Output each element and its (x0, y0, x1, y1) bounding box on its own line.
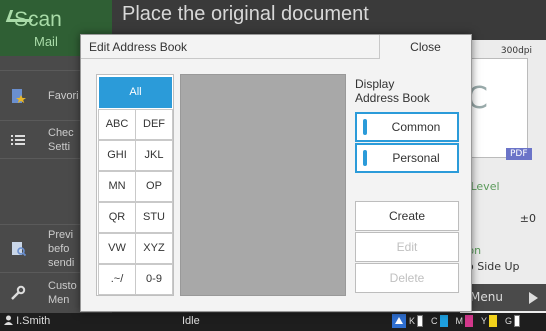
document-preview: C (466, 58, 528, 158)
close-button[interactable]: Close (379, 35, 471, 59)
index-key-ghi[interactable]: GHI (98, 140, 136, 171)
ink-y: Y (481, 315, 498, 327)
index-key-op[interactable]: OP (135, 171, 173, 202)
resolution-label: 300dpi (500, 46, 532, 56)
nav-label-custom-menu: Custo Men (48, 280, 77, 306)
status-bar: I.Smith Idle K C M Y G (0, 313, 546, 331)
app-subname: Mail (34, 34, 58, 49)
index-key-stu[interactable]: STU (135, 202, 173, 233)
user-name: I.Smith (4, 315, 50, 327)
address-list[interactable] (180, 74, 346, 296)
index-key-vw[interactable]: VW (98, 233, 136, 264)
ink-status-icon (392, 314, 406, 328)
toggle-indicator (363, 150, 367, 166)
common-label: Common (391, 120, 441, 134)
ink-k: K (409, 315, 424, 327)
screen-title: Place the original document (122, 3, 369, 25)
file-format-badge: PDF (506, 148, 532, 160)
preview-icon (12, 241, 26, 256)
scan-settings-panel: 300dpi C PDF g Level ±0 tion op Side Up (460, 40, 546, 313)
app-name: Scan (14, 8, 62, 31)
common-toggle[interactable]: Common (355, 112, 459, 142)
index-key-qr[interactable]: QR (98, 202, 136, 233)
index-key-jkl[interactable]: JKL (135, 140, 173, 171)
nav-label-favorites: Favori (48, 89, 79, 102)
delete-button[interactable]: Delete (355, 263, 459, 293)
wrench-icon (11, 285, 26, 300)
ink-levels: K C M Y G (392, 314, 525, 328)
index-key-symbols[interactable]: .~/ (98, 264, 136, 295)
nav-label-check-settings: Chec Setti (48, 126, 74, 153)
dialog-header: Edit Address Book Close (81, 35, 471, 59)
toggle-indicator (363, 119, 367, 135)
index-key-digits[interactable]: 0-9 (135, 264, 173, 295)
index-keypad: All ABC DEF GHI JKL MN OP QR STU VW XYZ … (96, 74, 174, 296)
edit-button[interactable]: Edit (355, 232, 459, 262)
personal-toggle[interactable]: Personal (355, 143, 459, 173)
play-arrow-icon (529, 292, 538, 304)
menu-button[interactable]: Menu (460, 284, 546, 311)
index-all-button[interactable]: All (99, 77, 172, 108)
ink-m: M (456, 315, 474, 327)
display-address-book-label: Display Address Book (355, 77, 430, 105)
personal-label: Personal (392, 151, 440, 165)
edit-address-book-dialog: Edit Address Book Close All ABC DEF GHI … (80, 34, 472, 312)
dialog-title: Edit Address Book (89, 40, 188, 54)
machine-status: Idle (182, 315, 200, 327)
index-key-abc[interactable]: ABC (98, 109, 136, 140)
create-button[interactable]: Create (355, 201, 459, 231)
list-icon (11, 134, 25, 145)
index-key-def[interactable]: DEF (135, 109, 173, 140)
index-key-xyz[interactable]: XYZ (135, 233, 173, 264)
menu-label: Menu (470, 290, 503, 304)
nav-label-preview: Previ befo sendi (48, 228, 75, 269)
ink-g: G (505, 315, 521, 327)
ink-c: C (431, 315, 448, 327)
index-key-mn[interactable]: MN (98, 171, 136, 202)
user-icon (4, 315, 13, 325)
favorites-icon (12, 88, 26, 103)
level-value: ±0 (519, 212, 536, 225)
